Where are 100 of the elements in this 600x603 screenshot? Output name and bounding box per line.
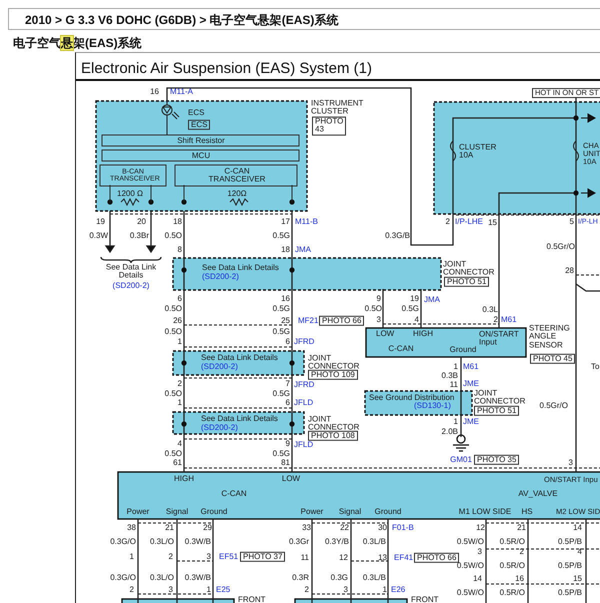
component-label: AV_VALVE <box>518 490 558 498</box>
connector-code: M11-B <box>295 218 318 226</box>
connector-code: E26 <box>391 586 406 594</box>
wire-code: 0.5O <box>164 328 182 336</box>
arrow-icon <box>580 188 596 198</box>
wire-code: 0.3L/B <box>362 538 386 546</box>
pin-number: 3 <box>344 586 348 594</box>
reference-link[interactable]: (SD200-2) <box>201 362 238 372</box>
resistor-icon <box>230 198 248 206</box>
wire-code: 0.3L/O <box>150 574 174 582</box>
pin-number: 16 <box>515 574 524 584</box>
breadcrumb-path: 2010 > G 3.3 V6 DOHC (G6DB) > 电子空气悬架(EAS)系统 <box>25 12 338 29</box>
pin-number: 2 <box>304 586 309 594</box>
diagram-title: Electronic Air Suspension (EAS) System (1) <box>76 53 600 81</box>
component-label: HIGH <box>174 474 194 484</box>
pin-number: 19 <box>96 218 105 226</box>
wire-code: 0.3G/O <box>110 538 136 546</box>
pin-number: 1 <box>454 418 458 426</box>
connector-code: M61 <box>501 316 517 324</box>
pin-number: 61 <box>173 458 182 468</box>
wire-code: 0.3L/B <box>362 574 386 582</box>
pin-number: 1 <box>454 362 458 372</box>
pin-number: 6 <box>286 398 290 408</box>
connector-code: M11-A <box>170 88 193 96</box>
wire-code: 0.3Gr <box>288 538 309 546</box>
wire-code: 0.5R/O <box>500 562 525 570</box>
component-label: FRONT <box>411 596 439 603</box>
pin-number: 2 <box>520 548 524 556</box>
module-label: C-CAN TRANSCEIVER <box>208 168 266 184</box>
connector-code: I/P-LHE <box>455 218 484 226</box>
fuse-icon <box>573 140 579 162</box>
component-label: 120Ω <box>227 190 247 198</box>
pin-number: 1 <box>206 586 211 594</box>
pin-number: 9 <box>286 440 290 448</box>
connector-code: M61 <box>463 362 479 372</box>
wire-code: 0.5G <box>272 328 290 336</box>
component-label: STEERING ANGLE SENSOR <box>529 324 571 350</box>
wire-code: 0.5O <box>164 304 182 314</box>
component-label: ECS <box>188 108 204 118</box>
component-label: HIGH <box>413 330 433 338</box>
component-label: JOINT CONNECTOR <box>443 260 495 278</box>
component-label: ON/START Input <box>479 330 520 348</box>
pin-number: 20 <box>137 218 146 226</box>
pin-number: 2 <box>168 552 173 562</box>
pin-number: 1 <box>178 398 182 408</box>
photo-reference: PHOTO 66 <box>414 552 460 564</box>
wire-code: 0.5P/B <box>558 538 582 546</box>
component-label: See Data Link Details <box>201 414 278 424</box>
wire-code: 0.5R/O <box>500 588 525 598</box>
reference-link[interactable]: (SD200-2) <box>112 282 150 290</box>
pin-number: 1 <box>130 552 134 562</box>
component-label: FRONT <box>238 596 266 603</box>
connector-code: JME <box>463 380 479 388</box>
pin-number: 26 <box>173 316 182 326</box>
pin-number: 3 <box>376 316 381 324</box>
wire-code: 0.5O <box>164 390 182 398</box>
wire-code: 2.0B <box>442 428 458 436</box>
wire-code: 0.3R <box>292 574 309 582</box>
reference-link[interactable]: (SD200-2) <box>201 424 238 432</box>
wire-code: 0.3Br <box>130 232 149 240</box>
pin-number: 1 <box>382 586 387 594</box>
wire-code: 0.5G <box>272 304 290 314</box>
indicator-label: ECS <box>188 120 210 130</box>
pin-number: 1 <box>178 338 182 346</box>
connector-code: JFLD <box>294 440 314 450</box>
wire-code: 0.3G/B <box>385 232 410 240</box>
reference-link[interactable]: (SD130-1) <box>414 402 451 410</box>
wire-code: 0.5G <box>402 304 419 314</box>
wire-code: 0.3Y/B <box>324 538 349 546</box>
wire-code: 0.3G <box>330 574 348 582</box>
wire-code: 0.5W/O <box>456 588 484 598</box>
pin-number: 25 <box>281 316 290 326</box>
wire-code: 0.5P/B <box>558 588 582 598</box>
ground-icon <box>452 434 470 452</box>
component-label: C-CAN <box>221 490 247 498</box>
pin-number: 81 <box>281 458 290 468</box>
lamp-icon <box>162 100 180 136</box>
wire-code: 0.3G/O <box>110 574 136 582</box>
component-label: Power <box>126 508 150 516</box>
reference-link[interactable]: (SD200-2) <box>202 272 239 282</box>
connector-code: E25 <box>216 586 230 594</box>
module-label: Shift Resistor <box>177 136 225 146</box>
photo-reference: PHOTO 37 <box>240 552 286 562</box>
photo-reference: PHOTO 45 <box>530 354 576 364</box>
pin-number: 18 <box>173 218 182 226</box>
wire-code: 0.5O <box>164 232 182 240</box>
connector-code: F01-B <box>392 524 414 532</box>
pin-number: 3 <box>168 586 173 594</box>
wire-code: 0.5G <box>272 232 290 240</box>
component-label: Signal <box>166 508 188 516</box>
arrow-icon <box>580 114 596 122</box>
photo-reference: PHOTO 66 <box>319 316 364 326</box>
pin-number: 8 <box>178 246 182 254</box>
wire-code: 0.5W/O <box>456 562 484 570</box>
connector-code: JFLD <box>294 398 314 408</box>
module-label: MCU <box>192 152 210 160</box>
component-label: To <box>591 362 600 372</box>
pin-number: 3 <box>478 548 482 556</box>
component-label: C-CAN <box>388 344 414 354</box>
wire-code: 0.5Gr/O <box>546 242 575 252</box>
